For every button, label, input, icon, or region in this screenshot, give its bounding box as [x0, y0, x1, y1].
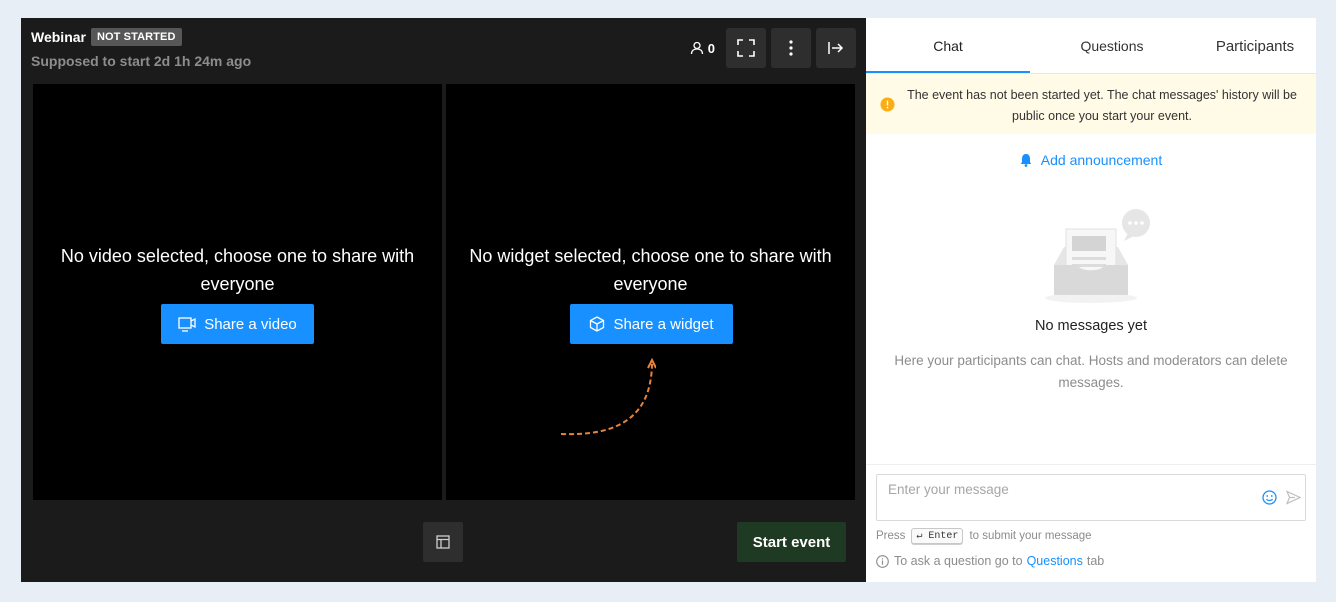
- share-video-icon: [178, 316, 196, 332]
- emoji-icon[interactable]: [1262, 490, 1277, 505]
- notice-text: The event has not been started yet. The …: [907, 88, 1297, 123]
- share-video-button[interactable]: Share a video: [161, 304, 314, 344]
- empty-chat-illustration: [1045, 209, 1150, 303]
- stage-footer: Start event: [21, 500, 866, 582]
- fullscreen-icon: [737, 39, 755, 57]
- webinar-stage: Webinar NOT STARTED Supposed to start 2d…: [21, 18, 866, 582]
- questions-hint-suffix: tab: [1086, 554, 1105, 568]
- dashed-arrow-icon: [560, 357, 656, 436]
- warning-icon: [880, 97, 895, 112]
- panel-tabs: Chat Questions Participants: [866, 18, 1316, 74]
- more-vertical-icon: [789, 40, 793, 56]
- header-controls: 0: [690, 28, 856, 68]
- not-started-notice: The event has not been started yet. The …: [866, 74, 1316, 134]
- questions-hint-prefix: To ask a question go to: [894, 554, 1023, 568]
- event-title: Webinar: [31, 29, 86, 45]
- tab-questions[interactable]: Questions: [1030, 18, 1194, 74]
- chat-panel: Chat Questions Participants The event ha…: [866, 18, 1316, 582]
- fullscreen-button[interactable]: [726, 28, 766, 68]
- hint-suffix: to submit your message: [969, 530, 1092, 542]
- cube-icon: [590, 316, 605, 332]
- questions-hint: To ask a question go to Questions tab: [876, 554, 1104, 568]
- content-panes: No video selected, choose one to share w…: [33, 84, 855, 500]
- layout-button[interactable]: [423, 522, 463, 562]
- video-pane: No video selected, choose one to share w…: [33, 84, 442, 500]
- tab-chat[interactable]: Chat: [866, 18, 1030, 74]
- questions-tab-link[interactable]: Questions: [1027, 554, 1083, 568]
- status-badge: NOT STARTED: [90, 28, 182, 46]
- empty-state-title: No messages yet: [1034, 318, 1148, 334]
- send-icon[interactable]: [1286, 490, 1301, 505]
- person-icon: [690, 41, 703, 55]
- info-icon: [876, 554, 889, 568]
- share-video-label: Share a video: [204, 315, 297, 333]
- add-announcement-label: Add announcement: [1040, 152, 1163, 168]
- participant-count[interactable]: 0: [690, 41, 715, 56]
- exit-icon: [828, 42, 844, 54]
- more-options-button[interactable]: [771, 28, 811, 68]
- participant-count-value: 0: [707, 40, 715, 56]
- tab-participants[interactable]: Participants: [1194, 18, 1316, 74]
- enter-key: ↵ Enter: [911, 528, 964, 544]
- start-time-info: Supposed to start 2d 1h 24m ago: [31, 53, 252, 69]
- exit-button[interactable]: [816, 28, 856, 68]
- message-input[interactable]: [888, 482, 1248, 497]
- share-widget-button[interactable]: Share a widget: [570, 304, 733, 344]
- widget-pane-message: No widget selected, choose one to share …: [469, 246, 832, 294]
- share-widget-label: Share a widget: [613, 315, 714, 333]
- layout-icon: [436, 535, 450, 549]
- empty-state-description: Here your participants can chat. Hosts a…: [894, 353, 1288, 390]
- video-pane-message: No video selected, choose one to share w…: [60, 246, 415, 294]
- hint-prefix: Press: [876, 530, 906, 542]
- composer-divider: [866, 464, 1316, 465]
- title-row: Webinar NOT STARTED: [31, 28, 182, 46]
- bell-icon: [1020, 154, 1031, 167]
- submit-hint: Press ↵ Enter to submit your message: [876, 528, 1092, 544]
- widget-pane: No widget selected, choose one to share …: [446, 84, 855, 500]
- stage-header: Webinar NOT STARTED Supposed to start 2d…: [21, 18, 866, 84]
- start-event-button[interactable]: Start event: [737, 522, 846, 562]
- message-composer: [876, 474, 1306, 521]
- active-tab-indicator: [866, 71, 1030, 73]
- add-announcement-button[interactable]: Add announcement: [866, 152, 1316, 168]
